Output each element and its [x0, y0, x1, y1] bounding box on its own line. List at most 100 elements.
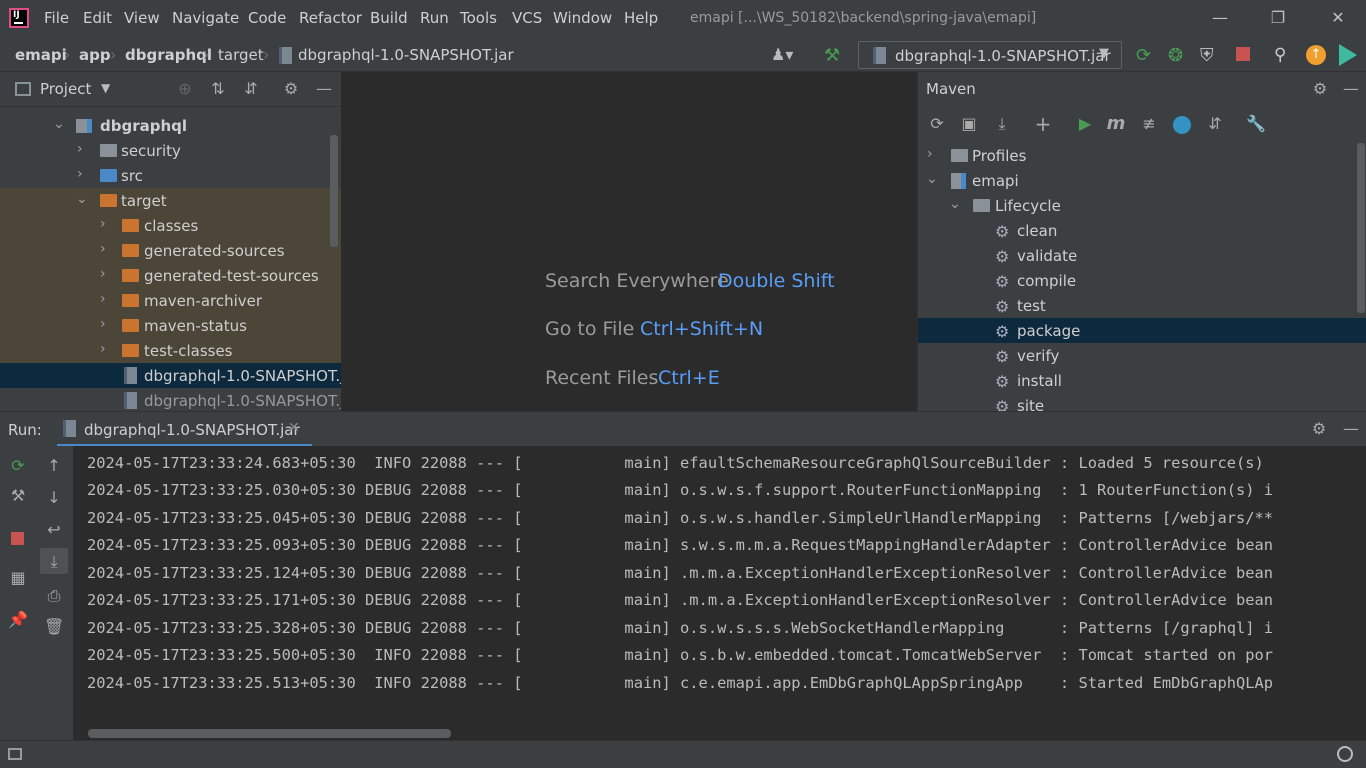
project-scrollbar[interactable]	[330, 135, 338, 247]
add-icon[interactable]: +	[1033, 114, 1053, 134]
menu-tools[interactable]: Tools	[460, 9, 497, 27]
intellij-logo-icon[interactable]	[9, 8, 29, 28]
locate-icon[interactable]: ⊕	[175, 79, 195, 99]
console-output[interactable]: 2024-05-17T23:33:24.683+05:30 INFO 22088…	[73, 446, 1366, 740]
arrow-down-icon[interactable]: ↓	[44, 488, 64, 508]
maven-goal-icon[interactable]: m	[1106, 114, 1126, 134]
chevron-down-icon[interactable]: ▼	[101, 81, 110, 95]
chevron-right-icon[interactable]: ›	[100, 266, 106, 282]
user-icon[interactable]: ♟▾	[771, 45, 793, 65]
run-tab[interactable]: dbgraphql-1.0-SNAPSHOT.jar ✕	[57, 412, 312, 447]
breadcrumb-dbgraphql[interactable]: dbgraphql	[125, 46, 212, 64]
soft-wrap-icon[interactable]: ↩	[44, 520, 64, 540]
hint-shortcut[interactable]: Double Shift	[718, 270, 835, 292]
maven-panel-title[interactable]: Maven	[926, 80, 976, 98]
collapse-all-icon[interactable]: ⇵	[1205, 114, 1225, 134]
console-horizontal-scrollbar[interactable]	[88, 729, 451, 738]
arrow-up-icon[interactable]: ↑	[44, 456, 64, 476]
close-tab-icon[interactable]: ✕	[288, 420, 300, 436]
scroll-to-end-icon[interactable]: ⤓	[44, 552, 64, 572]
hide-icon[interactable]: —	[1341, 419, 1361, 439]
stop-icon[interactable]	[11, 532, 24, 545]
coverage-icon[interactable]: ⛨	[1200, 45, 1220, 66]
chevron-right-icon[interactable]: ›	[927, 146, 933, 162]
tree-item-test-classes[interactable]: › test-classes	[0, 338, 341, 363]
tool-windows-icon[interactable]	[8, 748, 22, 760]
tree-item-jar-selected[interactable]: dbgraphql-1.0-SNAPSHOT.jar	[0, 363, 341, 388]
maven-goal-compile[interactable]: ⚙ compile	[918, 268, 1366, 293]
chevron-down-icon[interactable]: ⌄	[76, 191, 88, 207]
menu-navigate[interactable]: Navigate	[172, 9, 239, 27]
menu-code[interactable]: Code	[248, 9, 286, 27]
chevron-down-icon[interactable]: ⌄	[926, 171, 938, 187]
collapse-all-icon[interactable]: ⇵	[241, 79, 261, 99]
jetbrains-toolbox-icon[interactable]	[1339, 44, 1357, 66]
maven-item-lifecycle[interactable]: ⌄ Lifecycle	[918, 193, 1366, 218]
pin-icon[interactable]: 📌	[8, 610, 28, 630]
menu-vcs[interactable]: VCS	[512, 9, 542, 27]
tree-item-classes[interactable]: › classes	[0, 213, 341, 238]
rerun-icon[interactable]: ⟳	[1136, 45, 1156, 66]
menu-help[interactable]: Help	[624, 9, 658, 27]
chevron-right-icon[interactable]: ›	[100, 341, 106, 357]
print-icon[interactable]: ⎙	[44, 586, 64, 606]
layout-icon[interactable]: ▦	[8, 568, 28, 588]
breadcrumb-emapi[interactable]: emapi	[15, 46, 67, 64]
tree-item-security[interactable]: › security	[0, 138, 341, 163]
reload-icon[interactable]: ⟳	[927, 114, 947, 134]
gear-icon[interactable]: ⚙	[1309, 419, 1329, 439]
chevron-right-icon[interactable]: ›	[77, 141, 83, 157]
gear-icon[interactable]: ⚙	[281, 79, 301, 99]
generate-sources-icon[interactable]: ▣	[959, 114, 979, 134]
hint-shortcut[interactable]: Ctrl+E	[658, 367, 720, 389]
maven-goal-test[interactable]: ⚙ test	[918, 293, 1366, 318]
maven-goal-validate[interactable]: ⚙ validate	[918, 243, 1366, 268]
offline-mode-icon[interactable]	[1173, 116, 1191, 134]
menu-build[interactable]: Build	[370, 9, 408, 27]
run-configuration-select[interactable]: dbgraphql-1.0-SNAPSHOT.jar ▼	[858, 41, 1122, 69]
chevron-right-icon[interactable]: ›	[77, 166, 83, 182]
tree-item-jar[interactable]: dbgraphql-1.0-SNAPSHOT.jar	[0, 388, 341, 411]
chevron-down-icon[interactable]: ⌄	[949, 196, 961, 212]
tree-item-generated-sources[interactable]: › generated-sources	[0, 238, 341, 263]
tree-item-dbgraphql[interactable]: ⌄ dbgraphql	[0, 113, 341, 138]
wrench-icon[interactable]: 🔧	[1246, 114, 1266, 134]
tree-item-target[interactable]: ⌄ target	[0, 188, 341, 213]
run-icon[interactable]: ▶	[1075, 114, 1095, 134]
tree-item-maven-status[interactable]: › maven-status	[0, 313, 341, 338]
maven-goal-clean[interactable]: ⚙ clean	[918, 218, 1366, 243]
menu-view[interactable]: View	[124, 9, 160, 27]
rerun-icon[interactable]: ⟳	[8, 456, 28, 476]
skip-tests-icon[interactable]: ≢	[1139, 114, 1159, 134]
minimize-icon[interactable]: —	[1208, 6, 1232, 30]
maven-item-profiles[interactable]: › Profiles	[918, 143, 1366, 168]
chevron-right-icon[interactable]: ›	[100, 241, 106, 257]
maven-goal-site[interactable]: ⚙ site	[918, 393, 1366, 411]
restore-icon[interactable]: ❐	[1266, 6, 1290, 30]
chevron-down-icon[interactable]: ⌄	[53, 116, 65, 132]
breadcrumb-app[interactable]: app	[79, 46, 111, 64]
maven-goal-package[interactable]: ⚙ package	[918, 318, 1366, 343]
menu-file[interactable]: File	[44, 9, 69, 27]
breadcrumb-jar[interactable]: dbgraphql-1.0-SNAPSHOT.jar	[298, 46, 514, 64]
menu-refactor[interactable]: Refactor	[299, 9, 362, 27]
maven-scrollbar[interactable]	[1357, 143, 1365, 313]
menu-window[interactable]: Window	[553, 9, 612, 27]
menu-run[interactable]: Run	[420, 9, 449, 27]
maven-item-emapi[interactable]: ⌄ emapi	[918, 168, 1366, 193]
chevron-right-icon[interactable]: ›	[100, 316, 106, 332]
wrench-icon[interactable]: ⚒	[8, 486, 28, 506]
hint-shortcut[interactable]: Ctrl+Shift+N	[640, 318, 763, 340]
trash-icon[interactable]: 🗑	[44, 617, 64, 637]
notifications-icon[interactable]	[1337, 746, 1353, 762]
tree-item-src[interactable]: › src	[0, 163, 341, 188]
chevron-right-icon[interactable]: ›	[100, 216, 106, 232]
menu-edit[interactable]: Edit	[83, 9, 112, 27]
maven-goal-install[interactable]: ⚙ install	[918, 368, 1366, 393]
expand-all-icon[interactable]: ⇅	[208, 79, 228, 99]
update-icon[interactable]: ↑	[1306, 45, 1326, 65]
breadcrumb-target[interactable]: target	[218, 46, 264, 64]
project-panel-title[interactable]: Project	[40, 80, 91, 98]
tree-item-maven-archiver[interactable]: › maven-archiver	[0, 288, 341, 313]
chevron-right-icon[interactable]: ›	[100, 291, 106, 307]
